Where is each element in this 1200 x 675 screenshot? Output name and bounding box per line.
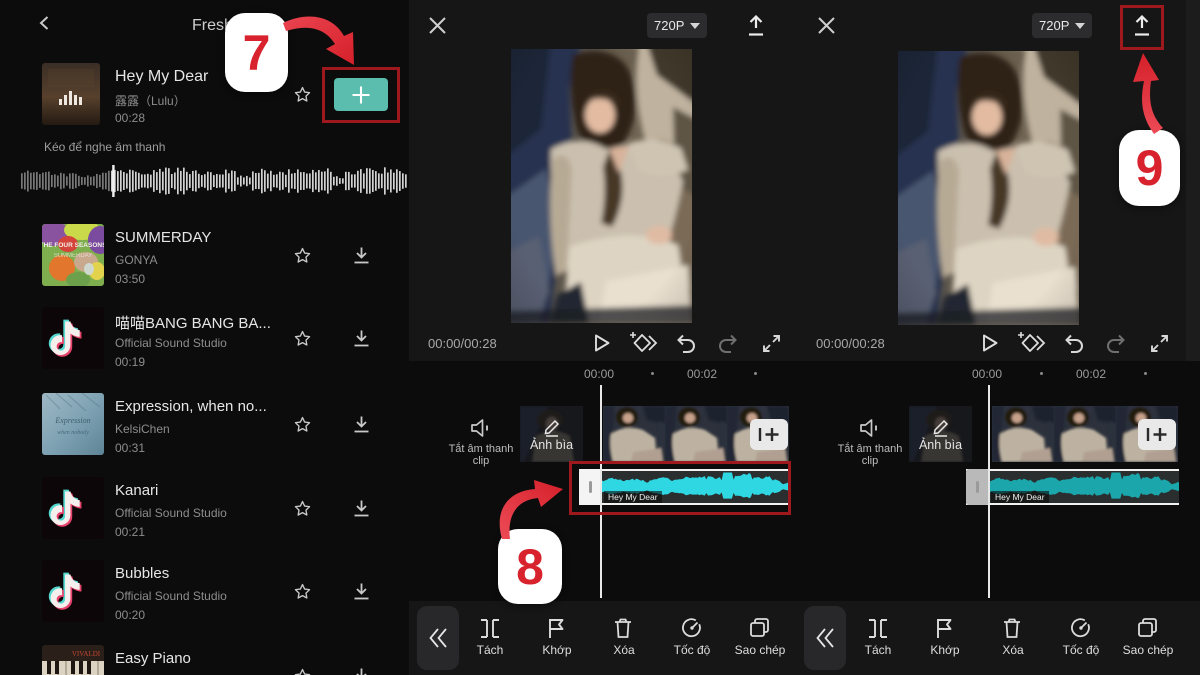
svg-text:THE FOUR SEASONS: THE FOUR SEASONS <box>42 242 104 249</box>
svg-text:when nobody: when nobody <box>57 430 89 436</box>
svg-text:SUMMERDAY: SUMMERDAY <box>54 253 93 259</box>
svg-text:Expression: Expression <box>54 416 90 425</box>
svg-text:VIVALDI: VIVALDI <box>72 650 101 658</box>
